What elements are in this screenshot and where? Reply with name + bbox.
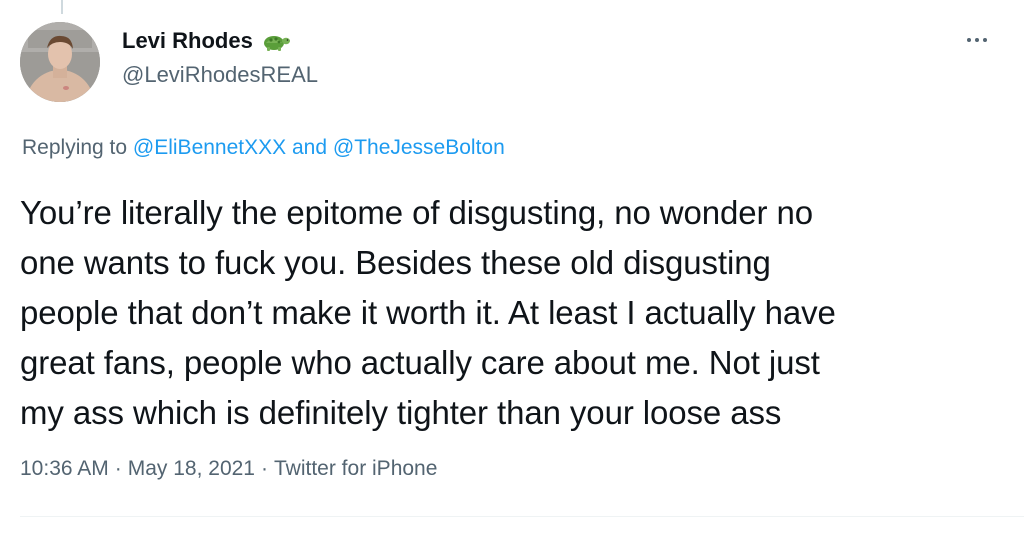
mention-joiner[interactable]: and [292, 136, 327, 159]
avatar-image [20, 22, 100, 102]
tweet-metadata: 10:36 AM · May 18, 2021 · Twitter for iPhone [20, 457, 437, 481]
replying-to-prefix: Replying to [22, 136, 128, 159]
separator: · [261, 457, 268, 480]
more-options-button[interactable] [962, 30, 992, 50]
avatar[interactable] [20, 22, 100, 102]
tweet-text-line: You’re literally the epitome of disgusti… [20, 194, 814, 231]
turtle-icon [263, 36, 290, 51]
tweet-time[interactable]: 10:36 AM [20, 457, 109, 480]
mention-link[interactable]: @EliBennetXXX [133, 136, 286, 159]
author-display-name[interactable]: Levi Rhodes [122, 28, 253, 54]
tweet-author: Levi Rhodes @LeviRhodesREAL [122, 28, 318, 88]
more-horizontal-icon [967, 38, 971, 42]
author-name-row: Levi Rhodes [122, 28, 318, 54]
tweet-text-line: people that don’t make it worth it. At l… [20, 294, 836, 331]
tweet-source[interactable]: Twitter for iPhone [274, 457, 437, 480]
more-horizontal-icon-dot [983, 38, 987, 42]
tweet-text-line: my ass which is definitely tighter than … [20, 394, 782, 431]
tweet-text: You’re literally the epitome of disgusti… [20, 188, 1010, 438]
tweet-date[interactable]: May 18, 2021 [128, 457, 255, 480]
tweet-text-line: great fans, people who actually care abo… [20, 344, 820, 381]
replying-to: Replying to @EliBennetXXX and @TheJesseB… [22, 136, 505, 160]
mention-link[interactable]: @TheJesseBolton [333, 136, 505, 159]
thread-connector-line [61, 0, 63, 14]
more-horizontal-icon-dot [975, 38, 979, 42]
separator: · [114, 457, 122, 480]
divider [20, 516, 1024, 517]
author-handle[interactable]: @LeviRhodesREAL [122, 62, 318, 88]
tweet-text-line: one wants to fuck you. Besides these old… [20, 244, 771, 281]
